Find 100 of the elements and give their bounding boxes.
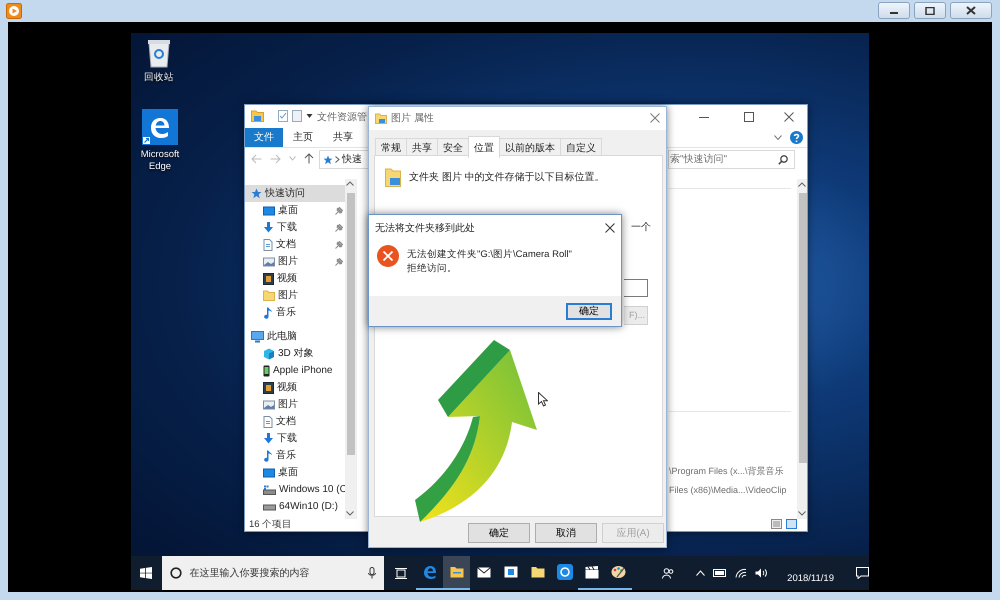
window-title: 文件资源管 <box>317 110 367 125</box>
download-icon <box>263 433 274 444</box>
folder-icon <box>251 110 264 122</box>
nav-item[interactable]: 图片 <box>245 287 345 304</box>
location-field[interactable] <box>624 279 648 297</box>
nav-item[interactable]: Apple iPhone <box>245 362 345 379</box>
cube-icon <box>263 348 275 360</box>
taskbar-button[interactable] <box>443 556 470 590</box>
thumbnail-view-icon[interactable] <box>786 519 797 529</box>
pin-icon <box>335 240 343 248</box>
folder-icon <box>263 290 275 301</box>
ribbon-tab[interactable]: 文件 <box>245 128 283 147</box>
error-icon <box>377 245 399 267</box>
folder-icon[interactable] <box>450 566 464 578</box>
tab[interactable]: 位置 <box>468 136 500 158</box>
pin-icon <box>335 258 343 266</box>
dropdown-icon <box>306 113 313 119</box>
chevron-down-icon[interactable] <box>774 134 782 140</box>
up-icon[interactable] <box>304 153 314 164</box>
picture-icon <box>263 256 275 266</box>
envelope-icon[interactable] <box>476 566 491 578</box>
nav-item[interactable]: 桌面 <box>245 202 345 219</box>
close-icon <box>966 6 976 15</box>
ok-button[interactable]: 确定 <box>566 303 612 320</box>
nav-item[interactable]: 下载 <box>245 430 345 447</box>
search-field[interactable]: 索"快速访问" <box>668 150 795 169</box>
nav-item[interactable]: 快速访问 <box>245 185 345 202</box>
folder-icon <box>385 167 401 187</box>
scroll-up-icon[interactable] <box>346 181 354 186</box>
drive-icon <box>263 484 276 494</box>
ribbon-tab[interactable]: 共享 <box>323 128 363 147</box>
nav-item[interactable]: 64Win10 (D:) <box>245 498 345 515</box>
music-note-icon <box>263 450 273 462</box>
scrollbar-thumb[interactable] <box>799 193 807 463</box>
desktop-icon-label: Microsoft Edge <box>140 149 180 173</box>
play-icon <box>6 3 22 19</box>
scrollbar[interactable] <box>797 179 807 519</box>
nav-item[interactable]: 视频 <box>245 379 345 396</box>
close-button[interactable] <box>950 2 992 19</box>
chevron-up-icon[interactable] <box>696 570 706 576</box>
maximize-button[interactable] <box>914 2 946 19</box>
scroll-down-icon[interactable] <box>346 511 354 516</box>
picture-icon <box>263 400 275 410</box>
nav-item[interactable]: 下载 <box>245 219 345 236</box>
nav-item[interactable]: 此电脑 <box>245 328 345 345</box>
phone-icon <box>263 364 270 376</box>
status-text: 16 个项目 <box>249 518 292 531</box>
dialog-button[interactable]: 确定 <box>468 523 530 543</box>
nav-item[interactable]: 桌面 <box>245 464 345 481</box>
maximize-icon <box>744 112 754 122</box>
desktop-icon <box>263 468 275 478</box>
film-icon <box>263 382 274 394</box>
battery-icon[interactable] <box>713 569 728 577</box>
task-view-icon[interactable] <box>394 568 407 578</box>
wifi-icon[interactable] <box>735 568 748 578</box>
nav-item[interactable]: 视频 <box>245 270 345 287</box>
scroll-up-icon[interactable] <box>798 182 806 187</box>
nav-item[interactable]: 音乐 <box>245 304 345 321</box>
browser-icon[interactable] <box>422 565 437 579</box>
app-icon[interactable] <box>556 564 573 580</box>
nav-item[interactable]: 图片 <box>245 396 345 413</box>
palette-icon[interactable] <box>611 565 626 579</box>
nav-item[interactable]: 文档 <box>245 236 345 253</box>
desktop-icon <box>263 206 275 216</box>
minimize-button[interactable] <box>878 2 910 19</box>
description-text: 一个 <box>631 221 651 235</box>
nav-item[interactable]: 音乐 <box>245 447 345 464</box>
ribbon-tab[interactable]: 主页 <box>283 128 323 147</box>
scroll-down-icon[interactable] <box>798 511 806 516</box>
cursor-icon <box>538 392 548 407</box>
date-text: 2018/11/19 <box>787 572 834 586</box>
nav-item[interactable]: 图片 <box>245 253 345 270</box>
chevron-right-icon <box>335 156 340 163</box>
people-icon[interactable] <box>662 567 674 579</box>
microphone-icon <box>368 567 376 579</box>
monitor-icon <box>251 330 264 342</box>
dialog-button[interactable]: 取消 <box>535 523 597 543</box>
windows-logo-icon[interactable] <box>140 567 152 579</box>
drive-icon <box>263 502 276 510</box>
error-message: 拒绝访问。 <box>407 262 457 276</box>
browser-icon <box>142 109 178 145</box>
clapperboard-icon[interactable] <box>584 566 599 578</box>
dialog-title: 无法将文件夹移到此处 <box>375 222 475 236</box>
scrollbar[interactable] <box>345 179 357 519</box>
nav-item[interactable]: 3D 对象 <box>245 345 345 362</box>
folder-icon[interactable] <box>530 566 545 578</box>
pin-icon <box>335 224 343 232</box>
close-icon <box>784 112 794 122</box>
nav-item[interactable]: 文档 <box>245 413 345 430</box>
details-view-icon[interactable] <box>771 519 782 529</box>
search-box[interactable]: 在这里输入你要搜索的内容 <box>162 556 384 590</box>
scrollbar-thumb[interactable] <box>347 193 355 455</box>
window-icon[interactable] <box>504 566 518 578</box>
help-icon[interactable] <box>790 131 803 144</box>
notification-icon[interactable] <box>856 567 869 579</box>
volume-icon[interactable] <box>755 568 768 578</box>
film-icon <box>263 272 274 284</box>
music-note-icon <box>263 306 273 318</box>
close-icon[interactable] <box>605 223 615 233</box>
dialog-title: 图片 属性 <box>391 112 434 126</box>
